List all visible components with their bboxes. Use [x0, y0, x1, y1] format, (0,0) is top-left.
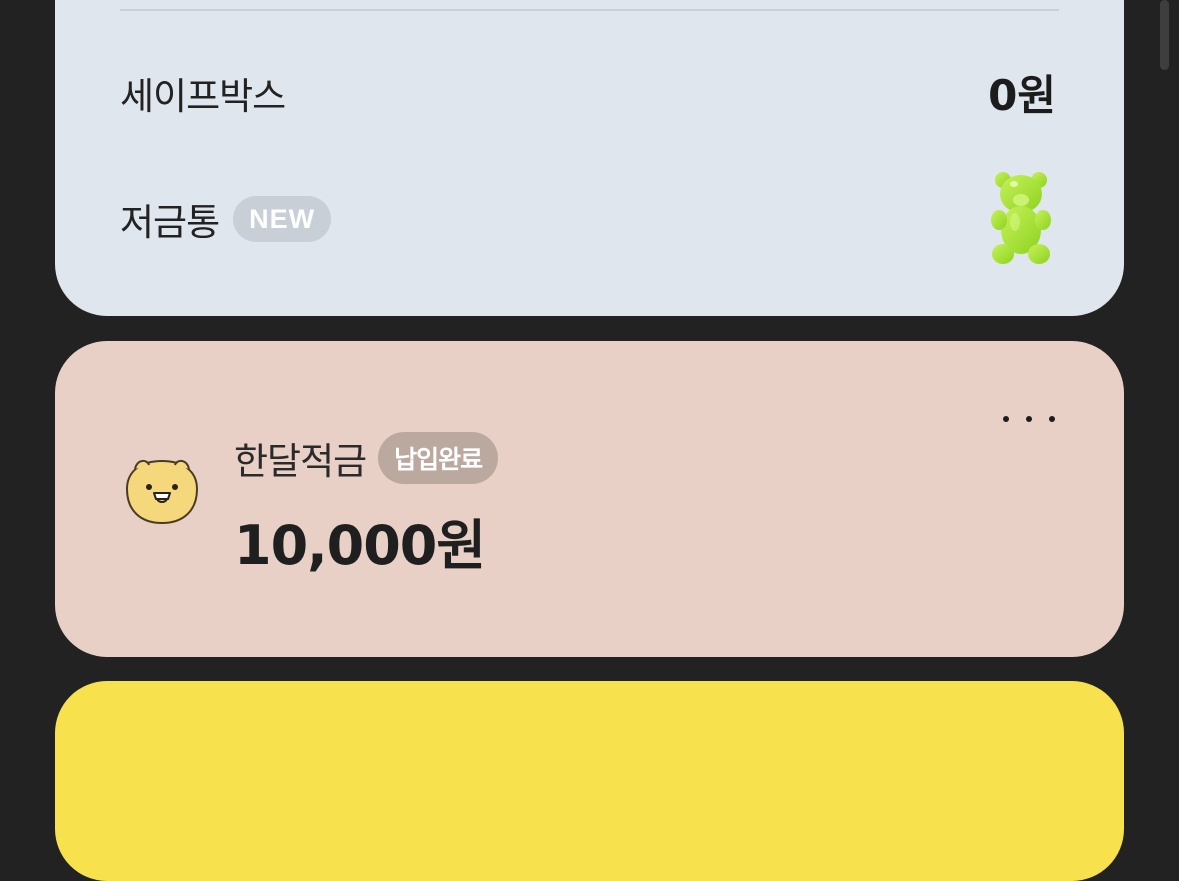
- divider: [120, 9, 1059, 11]
- saving-title: 한달적금: [234, 440, 367, 483]
- piggy-bank-label: 저금통: [120, 201, 220, 244]
- monthly-saving-card[interactable]: 한달적금 납입완료 10,000원: [55, 341, 1124, 657]
- new-badge: NEW: [233, 196, 332, 242]
- safebox-balance[interactable]: 0원: [988, 62, 1056, 123]
- saving-title-row: 한달적금 납입완료: [234, 431, 499, 485]
- lion-character-avatar: [125, 459, 199, 525]
- piggy-bank-row[interactable]: 저금통 NEW: [120, 192, 332, 246]
- payment-complete-badge: 납입완료: [378, 432, 499, 484]
- gummy-bear-icon[interactable]: [989, 170, 1053, 266]
- yellow-card[interactable]: [55, 681, 1124, 881]
- saving-amount: 10,000원: [234, 514, 486, 577]
- safebox-label[interactable]: 세이프박스: [120, 66, 286, 120]
- account-card-top: 세이프박스 0원 저금통 NEW: [55, 0, 1124, 316]
- scrollbar[interactable]: [1160, 0, 1169, 70]
- more-horizontal-icon[interactable]: [1003, 413, 1055, 425]
